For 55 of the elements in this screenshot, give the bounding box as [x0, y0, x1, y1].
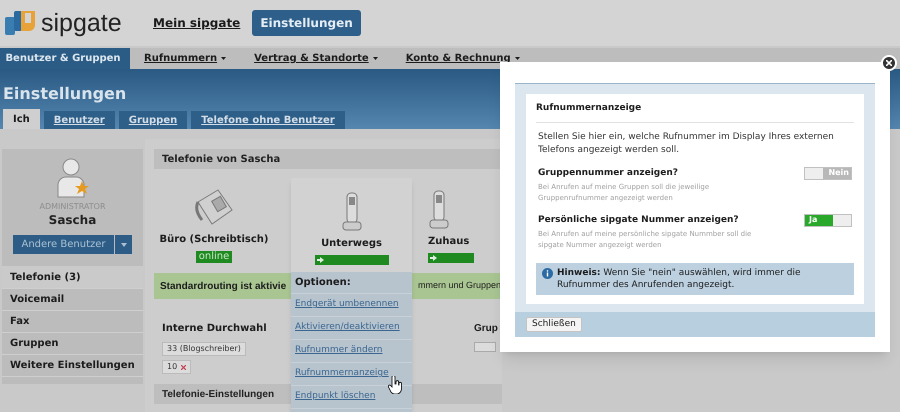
tag-text: 33 (Blogschreiber)	[167, 343, 241, 355]
menu-tab[interactable]: Vertrag & Standorte	[240, 48, 392, 69]
header-nav-link[interactable]: Mein sipgate	[151, 14, 242, 32]
toggle-switch[interactable]	[474, 342, 496, 352]
options-menu-item[interactable]: Endgerät umbenennen	[291, 294, 412, 317]
sidebar-item[interactable]: Weitere Einstellungen	[2, 354, 143, 376]
caret-icon	[120, 242, 126, 246]
toggle-switch[interactable]: Ja	[804, 214, 852, 226]
options-title: Optionen:	[291, 272, 412, 294]
section-header: Telefonie von Sascha	[154, 149, 502, 169]
options-menu-item[interactable]: Aktivieren/deaktivieren	[291, 317, 412, 340]
user-name: Sascha	[48, 213, 96, 227]
handset-icon	[340, 192, 362, 232]
options-menu-item[interactable]: Rufnummer ändern	[291, 340, 412, 363]
menu-tab[interactable]: Benutzer & Gruppen	[0, 48, 130, 69]
dropdown-button[interactable]	[115, 235, 132, 254]
sidebar-item[interactable]: Fax	[2, 310, 143, 332]
caret-icon	[514, 57, 520, 60]
device-name: Büro (Schreibtisch)	[160, 233, 268, 247]
sidebar-item[interactable]: Voicemail	[2, 288, 143, 310]
setting-label: Persönliche sipgate Nummer anzeigen?	[538, 214, 740, 226]
dialog-title: Rufnummernanzeige	[536, 102, 854, 122]
info-icon	[542, 268, 553, 278]
intro-text: Stellen Sie hier ein, welche Rufnummer im Display Ihres externen Telefons angezeigt werden soll.	[537, 130, 835, 156]
tag-text: 10	[167, 361, 178, 373]
handset-icon	[428, 190, 450, 230]
tab[interactable]: Benutzer	[44, 111, 115, 129]
field-label: Interne Durchwahl	[162, 322, 267, 336]
logo-icon	[5, 9, 37, 37]
logo-text: sipgate	[41, 10, 122, 36]
status-label: online	[196, 251, 232, 263]
caret-icon	[372, 57, 378, 60]
tab[interactable]: Telefone ohne Benutzer	[191, 111, 345, 129]
pointer-hand-icon	[388, 376, 402, 394]
banner-text: Standardrouting ist aktivie	[160, 280, 286, 294]
tab[interactable]: Ich	[3, 109, 40, 129]
page-title: Einstellungen	[2, 83, 128, 105]
switch-user-button[interactable]: Andere Benutzer	[13, 235, 114, 254]
field-label: Grup	[474, 322, 499, 336]
device-name: Zuhaus	[428, 235, 470, 249]
device-name: Unterwegs	[321, 237, 382, 251]
setting-label: Gruppennummer anzeigen?	[538, 166, 679, 180]
header-nav-link[interactable]: Einstellungen	[252, 10, 361, 36]
user-star-icon	[56, 157, 90, 199]
caret-icon	[221, 57, 226, 60]
close-icon	[886, 60, 892, 66]
menu-tab[interactable]: Konto & Rechnung	[392, 48, 534, 69]
arrow-icon	[316, 257, 324, 263]
close-dialog-button[interactable]: Schließen	[526, 317, 582, 332]
arrow-icon	[430, 255, 437, 261]
note-text: Hinweis: Wenn Sie "nein" auswählen, wird immer die Rufnummer des Anrufenden angezeigt.	[557, 266, 802, 290]
sidebar-item[interactable]: Gruppen	[2, 332, 143, 354]
menu-tab[interactable]: Rufnummern	[130, 48, 240, 69]
tab[interactable]: Gruppen	[118, 111, 188, 129]
banner-text: mmern und Gruppen	[418, 279, 502, 292]
